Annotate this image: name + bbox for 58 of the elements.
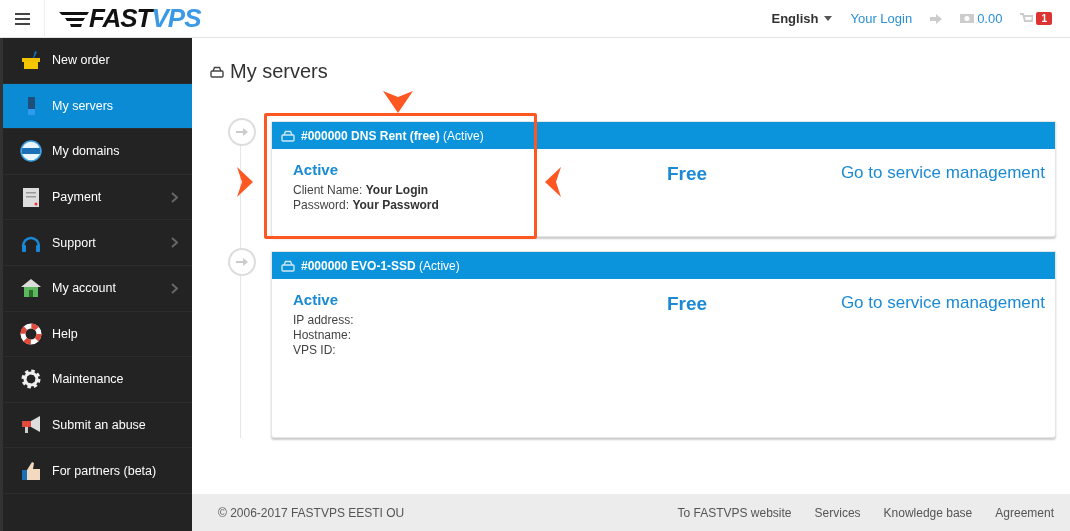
sidebar-item-label: Payment xyxy=(52,190,102,205)
balance-link[interactable]: 0.00 xyxy=(960,11,1003,26)
sidebar-item-label: Maintenance xyxy=(52,372,124,387)
invoice-icon xyxy=(20,186,42,209)
page-title: My servers xyxy=(230,60,328,83)
cart-icon[interactable] xyxy=(1020,12,1034,25)
copyright-text: © 2006-2017 FASTVPS EESTI OU xyxy=(218,505,405,520)
sidebar-item[interactable]: Payment xyxy=(3,174,192,221)
footer-link[interactable]: To FASTVPS website xyxy=(677,505,792,520)
sidebar-item[interactable]: My account xyxy=(3,265,192,312)
sidebar-item-label: New order xyxy=(52,53,110,68)
sidebar-item[interactable]: My servers xyxy=(3,83,192,130)
lifebuoy-icon xyxy=(20,322,42,345)
menu-icon xyxy=(14,12,30,25)
sidebar-item[interactable]: My domains xyxy=(3,129,192,175)
footer-link[interactable]: Agreement xyxy=(995,505,1054,520)
server-price: Free xyxy=(667,293,708,315)
logout-icon[interactable] xyxy=(930,13,943,24)
sidebar-item-label: My servers xyxy=(52,98,114,113)
hard-drive-icon xyxy=(210,65,224,78)
sidebar-item-label: Help xyxy=(52,326,78,341)
server-title: #000000 DNS Rent (free) (Active) xyxy=(301,128,484,143)
server-detail: Password: Your Password xyxy=(293,198,440,212)
sidebar-item-label: Support xyxy=(52,235,96,250)
server-detail: IP address: xyxy=(293,313,355,327)
footer-link[interactable]: Knowledge base xyxy=(883,505,973,520)
hard-drive-icon xyxy=(281,259,295,272)
server-state: Active xyxy=(293,291,340,308)
balance-amount: 0.00 xyxy=(977,11,1003,26)
sidebar-item-label: My domains xyxy=(52,144,120,159)
sidebar-item-label: My account xyxy=(52,281,116,296)
globe-icon xyxy=(20,140,42,163)
server-detail: Hostname: xyxy=(293,328,353,342)
gear-icon xyxy=(20,368,42,391)
caret-icon xyxy=(824,16,833,21)
basket-icon xyxy=(20,49,42,72)
sidebar-item[interactable]: For partners (beta) xyxy=(3,448,192,494)
language-dropdown[interactable]: English xyxy=(771,11,833,26)
sidebar-item-label: Submit an abuse xyxy=(52,418,146,433)
server-state: Active xyxy=(293,161,340,178)
hard-drive-icon xyxy=(281,129,295,142)
logo[interactable]: FASTVPS xyxy=(59,3,201,34)
service-management-link[interactable]: Go to service management xyxy=(840,293,1045,437)
house-icon xyxy=(20,277,42,300)
server-title: #000000 EVO-1-SSD (Active) xyxy=(301,258,460,273)
arrow-down-icon xyxy=(383,91,413,113)
user-login-link[interactable]: Your Login xyxy=(850,11,913,26)
server-detail: VPS ID: xyxy=(293,343,337,357)
footer-link[interactable]: Services xyxy=(814,505,861,520)
service-management-link[interactable]: Go to service management xyxy=(840,163,1045,236)
sidebar-item[interactable]: Help xyxy=(3,311,192,358)
server-price: Free xyxy=(667,163,708,185)
sidebar-item-label: For partners (beta) xyxy=(52,463,157,478)
thumbs-up-icon xyxy=(20,459,42,482)
cart-count-badge: 1 xyxy=(1036,12,1052,25)
server-detail: Client Name: Your Login xyxy=(293,183,430,197)
money-icon xyxy=(960,14,975,23)
server-icon xyxy=(28,96,35,115)
